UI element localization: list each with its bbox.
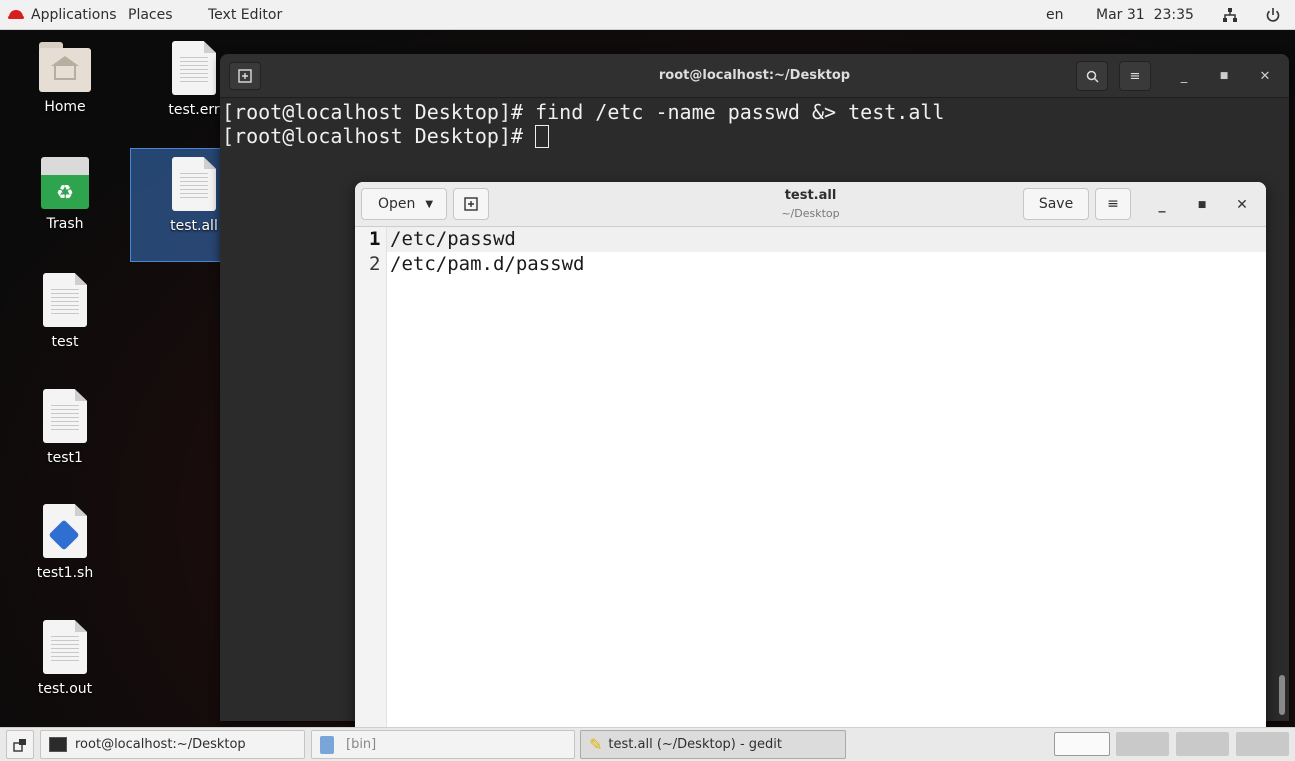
terminal-close-button[interactable]: ✕ [1255, 66, 1275, 86]
text-line: /etc/pam.d/passwd [390, 253, 585, 275]
maximize-icon: ■ [1219, 71, 1229, 81]
desktop-icon-label: test.all [170, 218, 218, 234]
top-bar: Applications Places Text Editor en Mar 3… [0, 0, 1295, 30]
task-terminal[interactable]: root@localhost:~/Desktop [40, 730, 305, 759]
document-icon [43, 389, 87, 443]
hamburger-icon: ≡ [1107, 196, 1119, 212]
gedit-close-button[interactable]: ✕ [1231, 194, 1253, 216]
applications-menu[interactable]: Applications [8, 0, 117, 30]
scrollbar-thumb[interactable] [1279, 675, 1285, 715]
line-number: 1 [369, 228, 381, 250]
minimize-icon: _ [1180, 68, 1188, 84]
network-icon[interactable] [1222, 0, 1238, 30]
power-icon[interactable] [1265, 0, 1281, 30]
places-label: Places [128, 7, 173, 23]
workspace-3[interactable] [1176, 732, 1229, 756]
text-editing-area[interactable] [388, 227, 1266, 727]
text-editor-icon: ✎ [589, 735, 603, 754]
desktop-icon-test1-sh[interactable]: test1.sh [21, 504, 109, 581]
trash-icon: ♻ [41, 157, 89, 209]
active-app-label: Text Editor [208, 7, 283, 23]
text-line: /etc/passwd [390, 228, 516, 250]
language-label: en [1046, 7, 1064, 23]
desktop-icon-label: test [51, 334, 79, 350]
clock[interactable]: Mar 31 23:35 [1096, 0, 1194, 30]
desktop-icon-label: test.out [37, 681, 93, 697]
terminal-icon [49, 737, 67, 752]
terminal-line: [root@localhost Desktop]# [222, 124, 536, 148]
close-icon: ✕ [1236, 197, 1248, 213]
task-label: root@localhost:~/Desktop [75, 737, 246, 752]
task-label: test.all (~/Desktop) - gedit [608, 737, 783, 752]
maximize-icon: ■ [1197, 200, 1207, 210]
workspace-4[interactable] [1236, 732, 1289, 756]
desktop-icon-test[interactable]: test [21, 273, 109, 350]
minimize-icon: _ [1158, 197, 1166, 213]
terminal-minimize-button[interactable]: _ [1174, 66, 1194, 86]
gedit-maximize-button[interactable]: ■ [1191, 194, 1213, 216]
desktop-icon-test1[interactable]: test1 [21, 389, 109, 466]
desktop-icon-label: Home [44, 99, 86, 115]
bottom-taskbar: root@localhost:~/Desktop [bin] ✎ test.al… [0, 727, 1295, 761]
task-label: [bin] [346, 737, 377, 752]
gedit-window[interactable]: Open ▼ test.all ~/Desktop Save ≡ _ ■ ✕ 1… [355, 182, 1266, 727]
terminal-menu-button[interactable]: ≡ [1119, 61, 1151, 91]
task-file-manager[interactable]: [bin] [311, 730, 575, 759]
active-app-menu[interactable]: Text Editor [208, 0, 282, 30]
desktop-icon-home[interactable]: Home [21, 42, 109, 115]
line-number: 2 [369, 253, 381, 275]
gedit-minimize-button[interactable]: _ [1151, 194, 1173, 216]
document-icon [43, 273, 87, 327]
show-desktop-icon [13, 738, 26, 752]
redhat-logo-icon [8, 10, 24, 20]
gedit-menu-button[interactable]: ≡ [1095, 188, 1131, 220]
applications-label: Applications [31, 7, 117, 23]
save-label: Save [1038, 196, 1074, 212]
desktop-icon-trash[interactable]: ♻ Trash [21, 157, 109, 232]
close-icon: ✕ [1259, 68, 1271, 84]
terminal-prompt-line: [root@localhost Desktop]# [222, 124, 1277, 148]
script-icon [43, 504, 87, 558]
desktop-icon-label: test1 [47, 450, 83, 466]
terminal-line: [root@localhost Desktop]# find /etc -nam… [222, 100, 945, 124]
clock-label: Mar 31 23:35 [1096, 7, 1194, 23]
desktop-icon-label: test1.sh [36, 565, 94, 581]
line-number-gutter [355, 227, 387, 727]
task-gedit[interactable]: ✎ test.all (~/Desktop) - gedit [580, 730, 846, 759]
desktop-icon-label: Trash [46, 216, 84, 232]
file-manager-icon [320, 735, 334, 754]
terminal-cursor [535, 125, 550, 148]
gedit-header[interactable]: Open ▼ test.all ~/Desktop Save ≡ _ ■ ✕ [355, 182, 1266, 227]
terminal-scrollbar[interactable] [1277, 98, 1287, 721]
hamburger-icon: ≡ [1129, 68, 1141, 84]
terminal-search-button[interactable] [1076, 61, 1108, 91]
document-icon [43, 620, 87, 674]
document-icon [172, 157, 216, 211]
save-button[interactable]: Save [1023, 188, 1089, 220]
workspace-1[interactable] [1054, 732, 1110, 756]
show-desktop-button[interactable] [6, 730, 34, 759]
desktop-icon-label: test.err [168, 102, 220, 118]
home-folder-icon [39, 42, 91, 92]
terminal-header[interactable]: root@localhost:~/Desktop ≡ _ ■ ✕ [220, 54, 1289, 98]
input-language-indicator[interactable]: en [1046, 0, 1064, 30]
document-icon [172, 41, 216, 95]
workspace-2[interactable] [1116, 732, 1169, 756]
search-icon [1086, 70, 1099, 83]
places-menu[interactable]: Places [128, 0, 173, 30]
desktop-icon-test-out[interactable]: test.out [21, 620, 109, 697]
terminal-maximize-button[interactable]: ■ [1214, 66, 1234, 86]
